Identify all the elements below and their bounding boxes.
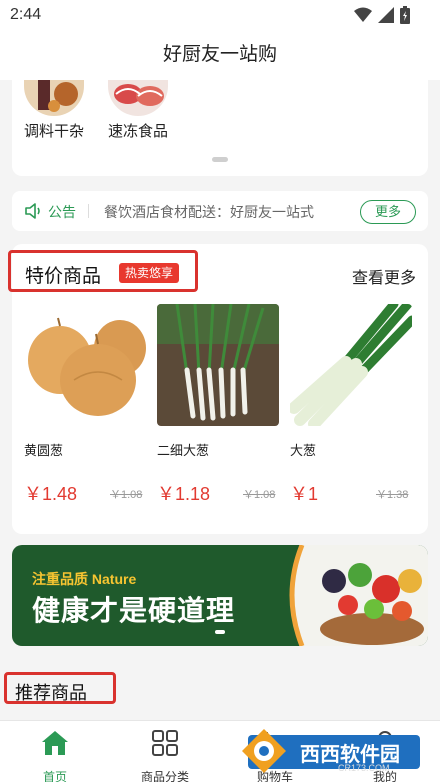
category-item-frozen[interactable]: 速冻食品 <box>102 80 174 141</box>
recommend-header: 推荐商品 <box>4 672 116 704</box>
status-bar: 2:44 <box>0 0 440 30</box>
speaker-icon <box>25 203 40 219</box>
notice-text: 餐饮酒店食材配送：好厨友一站式 <box>104 204 314 220</box>
tab-label: 商品分类 <box>140 770 189 782</box>
section-title: 推荐商品 <box>15 683 87 703</box>
page-title: 好厨友一站购 <box>162 44 277 65</box>
category-label: 调料干杂 <box>23 123 84 140</box>
battery-icon <box>400 6 410 24</box>
category-label: 速冻食品 <box>107 123 168 140</box>
frozen-thumbnail <box>108 80 168 116</box>
special-offers-header: 特价商品 热卖悠享 <box>8 250 198 292</box>
banner-headline: 健康才是硬道理 <box>32 594 236 627</box>
product-card[interactable]: 大葱 ￥1 ￥1.38 <box>290 304 412 504</box>
app-header: 好厨友一站购 <box>0 30 440 80</box>
promo-banner[interactable]: 注重品质 Nature 健康才是硬道理 <box>12 545 428 646</box>
watermark-logo: 西西软件园 CR173.COM <box>238 727 420 775</box>
signal-icon <box>378 7 394 23</box>
status-time: 2:44 <box>10 6 42 23</box>
watermark-url: CR173.COM <box>338 763 390 773</box>
product-name: 二细大葱 <box>157 443 210 458</box>
tab-label: 首页 <box>42 770 67 782</box>
seasoning-thumbnail <box>24 80 84 116</box>
product-price: ￥1 <box>290 484 319 504</box>
product-card[interactable]: 二细大葱 ￥1.18 ￥1.08 <box>157 304 279 504</box>
section-title: 特价商品 <box>25 266 102 287</box>
product-name: 大葱 <box>290 443 317 458</box>
product-original-price: ￥1.08 <box>243 489 276 501</box>
home-icon <box>42 731 68 755</box>
scallion-image <box>157 304 279 426</box>
banner-subtitle: 注重品质 Nature <box>32 571 137 587</box>
banner-pager-indicator <box>215 630 225 634</box>
special-offers-section: 特价商品 热卖悠享 查看更多 黄圆葱 ￥1.48 ￥1.08 二细大葱 ￥1.1… <box>8 244 428 534</box>
product-original-price: ￥1.38 <box>376 489 409 501</box>
product-price: ￥1.18 <box>157 484 211 504</box>
tab-home[interactable]: 首页 <box>15 729 95 782</box>
wifi-icon <box>354 7 372 22</box>
vegetable-basket-image <box>289 545 428 646</box>
grid-icon <box>152 730 178 756</box>
product-original-price: ￥1.08 <box>110 489 143 501</box>
product-name: 黄圆葱 <box>24 443 64 458</box>
tab-categories[interactable]: 商品分类 <box>125 729 205 782</box>
product-price: ￥1.48 <box>24 484 78 504</box>
leek-image <box>290 304 412 426</box>
onion-image <box>24 304 146 426</box>
see-more-link[interactable]: 查看更多 <box>352 264 416 288</box>
category-panel: 调料干杂 速冻食品 <box>12 80 428 176</box>
category-item-seasoning[interactable]: 调料干杂 <box>18 80 90 141</box>
category-pager-indicator <box>212 157 228 162</box>
notice-more-button[interactable]: 更多 <box>360 200 416 224</box>
notice-divider <box>88 204 89 218</box>
notice-bar[interactable]: 公告 餐饮酒店食材配送：好厨友一站式 更多 <box>12 191 428 231</box>
hot-badge: 热卖悠享 <box>119 263 180 283</box>
product-card[interactable]: 黄圆葱 ￥1.48 ￥1.08 <box>24 304 146 504</box>
notice-tag: 公告 <box>48 204 76 220</box>
